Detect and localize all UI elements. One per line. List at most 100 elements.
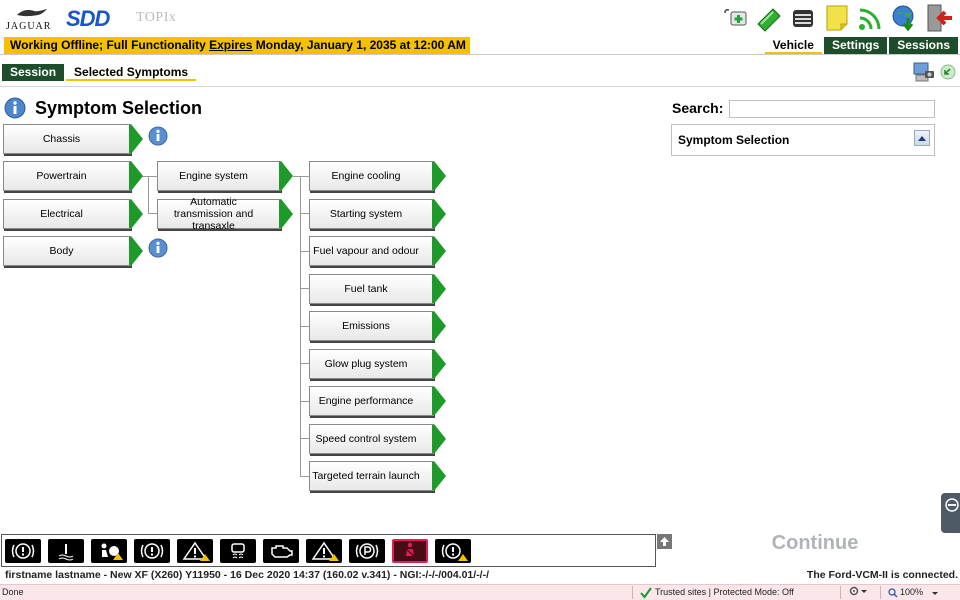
expand-arrow-icon xyxy=(434,349,446,379)
symptom-emissions[interactable]: Emissions xyxy=(309,311,446,341)
general-warning-icon xyxy=(435,538,471,563)
sticky-note-icon[interactable] xyxy=(822,2,852,34)
symptom-label: Fuel vapour and odour xyxy=(313,245,419,257)
category-powertrain[interactable]: Powertrain xyxy=(3,161,143,191)
system-automatic-transmission[interactable]: Automatic transmission and transaxle xyxy=(157,196,293,232)
globe-download-icon[interactable] xyxy=(890,2,920,34)
connector xyxy=(300,251,309,252)
tab-selected-symptoms[interactable]: Selected Symptoms xyxy=(66,64,197,81)
symptom-engine-performance[interactable]: Engine performance xyxy=(309,386,446,416)
traction-control-icon xyxy=(220,538,256,563)
gear-icon xyxy=(849,586,859,596)
category-body[interactable]: Body xyxy=(3,236,143,266)
seatbelt-warning-icon xyxy=(392,538,428,563)
header-divider xyxy=(0,54,960,55)
offline-banner: Working Offline; Full Functionality Expi… xyxy=(4,37,470,54)
category-chassis[interactable]: Chassis xyxy=(3,124,143,154)
connector xyxy=(148,176,149,214)
warning-lamps-bar xyxy=(1,534,656,567)
expand-arrow-icon xyxy=(434,461,446,491)
info-icon xyxy=(4,97,26,119)
side-drawer-handle[interactable] xyxy=(941,493,960,533)
symptom-label: Engine performance xyxy=(318,395,414,407)
expand-arrow-icon xyxy=(131,236,143,266)
popup-blocker-menu[interactable] xyxy=(848,585,868,597)
scroll-up-button[interactable] xyxy=(657,534,672,549)
symptom-label: Fuel tank xyxy=(344,283,388,295)
medical-kit-icon[interactable] xyxy=(720,2,750,34)
tab-settings[interactable]: Settings xyxy=(823,37,888,54)
system-engine[interactable]: Engine system xyxy=(157,161,293,191)
hazard-triangle-icon xyxy=(306,538,342,563)
browser-status-text: Done xyxy=(2,587,24,597)
parking-brake-icon xyxy=(349,538,385,563)
symptom-engine-cooling[interactable]: Engine cooling xyxy=(309,161,446,191)
symptom-fuel-tank[interactable]: Fuel tank xyxy=(309,274,446,304)
category-electrical-label: Electrical xyxy=(40,208,83,220)
category-body-label: Body xyxy=(49,245,74,257)
category-powertrain-label: Powertrain xyxy=(36,170,87,182)
sdd-window: JAGUAR SDD TOPIx Working Offline; Full F… xyxy=(0,0,960,600)
offline-suffix: Monday, January 1, 2035 at 12:00 AM xyxy=(252,38,466,52)
sdd-logo: SDD xyxy=(66,6,110,31)
collapse-button[interactable] xyxy=(914,130,930,146)
body-info-icon[interactable] xyxy=(148,238,168,258)
vcm-box-icon[interactable] xyxy=(788,2,818,34)
chevron-down-icon xyxy=(861,590,867,593)
wireless-signal-icon[interactable] xyxy=(856,2,886,34)
symptom-fuel-vapour[interactable]: Fuel vapour and odour xyxy=(309,236,446,266)
green-cable-icon[interactable] xyxy=(754,2,784,34)
expand-arrow-icon xyxy=(131,199,143,229)
jaguar-wordmark: JAGUAR xyxy=(6,21,52,32)
exit-door-icon[interactable] xyxy=(924,2,954,34)
security-zone-label: Trusted sites | Protected Mode: Off xyxy=(655,587,794,597)
expand-arrow-icon xyxy=(434,199,446,229)
symptom-starting-system[interactable]: Starting system xyxy=(309,199,446,229)
expand-arrow-icon xyxy=(434,274,446,304)
session-status-bar: firstname lastname - New XF (X260) Y1195… xyxy=(0,567,960,584)
connector xyxy=(148,213,157,214)
brake-circle-icon xyxy=(134,538,170,563)
chevron-up-icon xyxy=(918,135,926,141)
expand-arrow-icon xyxy=(434,236,446,266)
airbag-warning-icon xyxy=(91,538,127,563)
chassis-info-icon[interactable] xyxy=(148,126,168,146)
connector xyxy=(300,213,309,214)
connector xyxy=(300,438,309,439)
computer-camera-icon[interactable] xyxy=(912,60,936,84)
symptom-label: Starting system xyxy=(329,208,403,220)
security-zone[interactable]: Trusted sites | Protected Mode: Off xyxy=(640,585,794,600)
main-tabs: Vehicle Settings Sessions xyxy=(763,37,958,54)
continue-button[interactable]: Continue xyxy=(760,530,870,556)
zoom-control[interactable]: 100% xyxy=(888,585,939,600)
connector xyxy=(300,363,309,364)
engine-check-icon xyxy=(263,538,299,563)
subheader-divider xyxy=(0,86,960,87)
brake-warning-icon xyxy=(5,538,41,563)
back-circle-icon[interactable] xyxy=(940,64,956,80)
category-chassis-label: Chassis xyxy=(42,133,81,145)
vcm-status: The Ford-VCM-II is connected. xyxy=(806,569,958,581)
tab-vehicle[interactable]: Vehicle xyxy=(764,37,822,54)
tab-session[interactable]: Session xyxy=(2,64,65,81)
tab-sessions[interactable]: Sessions xyxy=(889,37,958,54)
category-electrical[interactable]: Electrical xyxy=(3,199,143,229)
coolant-temp-icon xyxy=(48,538,84,563)
symptom-speed-control[interactable]: Speed control system xyxy=(309,424,446,454)
panel-title: Symptom Selection xyxy=(678,133,790,147)
search-input[interactable] xyxy=(729,100,935,118)
topix-link[interactable]: TOPIx xyxy=(136,10,176,26)
zoom-icon xyxy=(888,587,898,598)
expand-arrow-icon xyxy=(434,311,446,341)
system-engine-label: Engine system xyxy=(179,170,248,182)
connector xyxy=(300,288,309,289)
jaguar-logo: JAGUAR xyxy=(6,6,56,34)
expires-link[interactable]: Expires xyxy=(209,38,252,52)
symptom-label: Glow plug system xyxy=(324,358,408,370)
hazard-triangle-icon xyxy=(177,538,213,563)
connector xyxy=(293,176,309,177)
expand-arrow-icon xyxy=(131,161,143,191)
symptom-glow-plug[interactable]: Glow plug system xyxy=(309,349,446,379)
chevron-down-icon xyxy=(932,591,939,595)
symptom-targeted-terrain-launch[interactable]: Targeted terrain launch xyxy=(309,461,446,491)
